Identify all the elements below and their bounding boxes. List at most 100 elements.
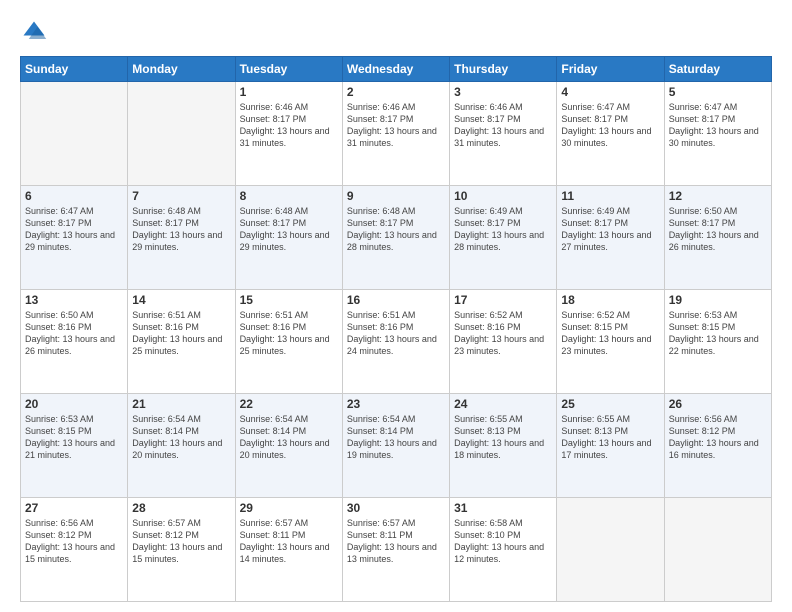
table-row: 17 Sunrise: 6:52 AMSunset: 8:16 PMDayligh… <box>450 290 557 394</box>
day-number: 19 <box>669 293 767 307</box>
day-detail: Sunrise: 6:52 AMSunset: 8:15 PMDaylight:… <box>561 309 659 358</box>
day-number: 3 <box>454 85 552 99</box>
table-row <box>128 82 235 186</box>
day-detail: Sunrise: 6:57 AMSunset: 8:11 PMDaylight:… <box>240 517 338 566</box>
table-row: 7 Sunrise: 6:48 AMSunset: 8:17 PMDaylight… <box>128 186 235 290</box>
day-number: 12 <box>669 189 767 203</box>
day-number: 5 <box>669 85 767 99</box>
table-row: 20 Sunrise: 6:53 AMSunset: 8:15 PMDayligh… <box>21 394 128 498</box>
day-number: 17 <box>454 293 552 307</box>
table-row: 4 Sunrise: 6:47 AMSunset: 8:17 PMDaylight… <box>557 82 664 186</box>
table-row: 31 Sunrise: 6:58 AMSunset: 8:10 PMDayligh… <box>450 498 557 602</box>
table-row: 12 Sunrise: 6:50 AMSunset: 8:17 PMDayligh… <box>664 186 771 290</box>
day-number: 30 <box>347 501 445 515</box>
table-row: 18 Sunrise: 6:52 AMSunset: 8:15 PMDayligh… <box>557 290 664 394</box>
table-row: 30 Sunrise: 6:57 AMSunset: 8:11 PMDayligh… <box>342 498 449 602</box>
table-row: 21 Sunrise: 6:54 AMSunset: 8:14 PMDayligh… <box>128 394 235 498</box>
day-detail: Sunrise: 6:51 AMSunset: 8:16 PMDaylight:… <box>347 309 445 358</box>
day-detail: Sunrise: 6:50 AMSunset: 8:16 PMDaylight:… <box>25 309 123 358</box>
table-row: 11 Sunrise: 6:49 AMSunset: 8:17 PMDayligh… <box>557 186 664 290</box>
day-number: 24 <box>454 397 552 411</box>
day-number: 10 <box>454 189 552 203</box>
table-row: 13 Sunrise: 6:50 AMSunset: 8:16 PMDayligh… <box>21 290 128 394</box>
day-number: 13 <box>25 293 123 307</box>
col-header-thursday: Thursday <box>450 57 557 82</box>
table-row: 1 Sunrise: 6:46 AMSunset: 8:17 PMDaylight… <box>235 82 342 186</box>
day-number: 23 <box>347 397 445 411</box>
day-number: 14 <box>132 293 230 307</box>
col-header-saturday: Saturday <box>664 57 771 82</box>
table-row: 27 Sunrise: 6:56 AMSunset: 8:12 PMDayligh… <box>21 498 128 602</box>
day-number: 22 <box>240 397 338 411</box>
table-row: 9 Sunrise: 6:48 AMSunset: 8:17 PMDaylight… <box>342 186 449 290</box>
logo <box>20 18 52 46</box>
day-number: 16 <box>347 293 445 307</box>
day-number: 6 <box>25 189 123 203</box>
day-number: 2 <box>347 85 445 99</box>
day-number: 18 <box>561 293 659 307</box>
table-row: 2Sunrise: 6:46 AMSunset: 8:17 PMDaylight… <box>342 82 449 186</box>
day-detail: Sunrise: 6:51 AMSunset: 8:16 PMDaylight:… <box>132 309 230 358</box>
day-detail: Sunrise: 6:55 AMSunset: 8:13 PMDaylight:… <box>454 413 552 462</box>
table-row: 22 Sunrise: 6:54 AMSunset: 8:14 PMDayligh… <box>235 394 342 498</box>
day-detail: Sunrise: 6:46 AMSunset: 8:17 PMDaylight:… <box>240 101 338 150</box>
day-detail: Sunrise: 6:52 AMSunset: 8:16 PMDaylight:… <box>454 309 552 358</box>
day-number: 31 <box>454 501 552 515</box>
table-row: 8Sunrise: 6:48 AMSunset: 8:17 PMDaylight… <box>235 186 342 290</box>
day-detail: Sunrise: 6:57 AMSunset: 8:11 PMDaylight:… <box>347 517 445 566</box>
day-number: 21 <box>132 397 230 411</box>
day-number: 1 <box>240 85 338 99</box>
logo-icon <box>20 18 48 46</box>
table-row: 28Sunrise: 6:57 AMSunset: 8:12 PMDayligh… <box>128 498 235 602</box>
table-row <box>21 82 128 186</box>
day-detail: Sunrise: 6:47 AMSunset: 8:17 PMDaylight:… <box>561 101 659 150</box>
day-detail: Sunrise: 6:54 AMSunset: 8:14 PMDaylight:… <box>347 413 445 462</box>
page: SundayMondayTuesdayWednesdayThursdayFrid… <box>0 0 792 612</box>
day-detail: Sunrise: 6:56 AMSunset: 8:12 PMDaylight:… <box>669 413 767 462</box>
day-detail: Sunrise: 6:53 AMSunset: 8:15 PMDaylight:… <box>669 309 767 358</box>
table-row: 26Sunrise: 6:56 AMSunset: 8:12 PMDayligh… <box>664 394 771 498</box>
table-row: 15 Sunrise: 6:51 AMSunset: 8:16 PMDayligh… <box>235 290 342 394</box>
day-detail: Sunrise: 6:58 AMSunset: 8:10 PMDaylight:… <box>454 517 552 566</box>
day-detail: Sunrise: 6:53 AMSunset: 8:15 PMDaylight:… <box>25 413 123 462</box>
table-row: 16 Sunrise: 6:51 AMSunset: 8:16 PMDayligh… <box>342 290 449 394</box>
day-detail: Sunrise: 6:56 AMSunset: 8:12 PMDaylight:… <box>25 517 123 566</box>
day-detail: Sunrise: 6:50 AMSunset: 8:17 PMDaylight:… <box>669 205 767 254</box>
table-row <box>664 498 771 602</box>
col-header-friday: Friday <box>557 57 664 82</box>
day-detail: Sunrise: 6:54 AMSunset: 8:14 PMDaylight:… <box>132 413 230 462</box>
day-detail: Sunrise: 6:49 AMSunset: 8:17 PMDaylight:… <box>454 205 552 254</box>
col-header-tuesday: Tuesday <box>235 57 342 82</box>
header <box>20 18 772 46</box>
table-row: 14 Sunrise: 6:51 AMSunset: 8:16 PMDayligh… <box>128 290 235 394</box>
table-row: 24 Sunrise: 6:55 AMSunset: 8:13 PMDayligh… <box>450 394 557 498</box>
day-number: 8 <box>240 189 338 203</box>
day-number: 4 <box>561 85 659 99</box>
table-row <box>557 498 664 602</box>
day-detail: Sunrise: 6:55 AMSunset: 8:13 PMDaylight:… <box>561 413 659 462</box>
table-row: 5 Sunrise: 6:47 AMSunset: 8:17 PMDaylight… <box>664 82 771 186</box>
table-row: 6Sunrise: 6:47 AMSunset: 8:17 PMDaylight… <box>21 186 128 290</box>
day-detail: Sunrise: 6:47 AMSunset: 8:17 PMDaylight:… <box>669 101 767 150</box>
day-number: 9 <box>347 189 445 203</box>
day-detail: Sunrise: 6:51 AMSunset: 8:16 PMDaylight:… <box>240 309 338 358</box>
day-number: 27 <box>25 501 123 515</box>
day-detail: Sunrise: 6:46 AMSunset: 8:17 PMDaylight:… <box>454 101 552 150</box>
day-detail: Sunrise: 6:48 AMSunset: 8:17 PMDaylight:… <box>132 205 230 254</box>
day-number: 11 <box>561 189 659 203</box>
day-detail: Sunrise: 6:57 AMSunset: 8:12 PMDaylight:… <box>132 517 230 566</box>
col-header-monday: Monday <box>128 57 235 82</box>
table-row: 25 Sunrise: 6:55 AMSunset: 8:13 PMDayligh… <box>557 394 664 498</box>
day-detail: Sunrise: 6:49 AMSunset: 8:17 PMDaylight:… <box>561 205 659 254</box>
day-number: 25 <box>561 397 659 411</box>
day-number: 15 <box>240 293 338 307</box>
calendar-table: SundayMondayTuesdayWednesdayThursdayFrid… <box>20 56 772 602</box>
day-detail: Sunrise: 6:54 AMSunset: 8:14 PMDaylight:… <box>240 413 338 462</box>
table-row: 29 Sunrise: 6:57 AMSunset: 8:11 PMDayligh… <box>235 498 342 602</box>
day-detail: Sunrise: 6:48 AMSunset: 8:17 PMDaylight:… <box>347 205 445 254</box>
day-number: 20 <box>25 397 123 411</box>
day-number: 7 <box>132 189 230 203</box>
day-number: 29 <box>240 501 338 515</box>
table-row: 3 Sunrise: 6:46 AMSunset: 8:17 PMDaylight… <box>450 82 557 186</box>
table-row: 23 Sunrise: 6:54 AMSunset: 8:14 PMDayligh… <box>342 394 449 498</box>
